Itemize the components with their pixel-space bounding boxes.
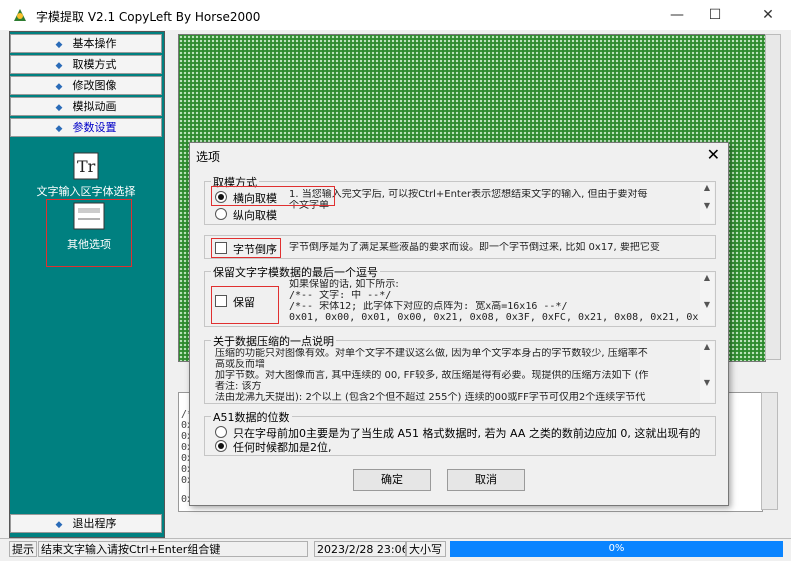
code-scrollbar[interactable]: [761, 392, 778, 510]
progress-bar: 0%: [450, 541, 783, 557]
group-label: 保留文字字模数据的最后一个逗号: [211, 264, 380, 280]
keep-scrollbar[interactable]: ▲ ▼: [700, 273, 714, 325]
diamond-icon: ◆: [55, 124, 63, 134]
keep-line-1: 如果保留的话, 如下所示:: [289, 279, 399, 290]
nav-exit[interactable]: ◆ 退出程序: [10, 514, 162, 533]
diamond-icon: ◆: [55, 103, 63, 113]
group-label: A51数据的位数: [211, 409, 292, 425]
group-compression: 关于数据压缩的一点说明 压缩的功能只对图像有效。对单个文字不建议这么做, 因为单…: [204, 333, 716, 404]
keep-line-3: /*-- 宋体12; 此字体下对应的点阵为: 宽x高=16x16 --*/: [289, 301, 568, 312]
nav-label: 参数设置: [72, 121, 117, 134]
radio-label: 任何时候都加: [233, 441, 299, 454]
status-hint: 提示: [9, 541, 37, 557]
radio-indicator: [215, 440, 227, 452]
cancel-button[interactable]: 取消: [447, 469, 525, 491]
group-byte-order: 字节倒序 字节倒序是为了满足某些液晶的要求而设。即一个字节倒过来, 比如 0x1…: [204, 235, 716, 259]
diamond-icon: ◆: [55, 61, 63, 71]
radio-label-cont: 是2位,: [299, 441, 332, 454]
highlight-box: [211, 186, 335, 206]
radio-vertical[interactable]: 纵向取模: [215, 207, 277, 223]
maximize-button[interactable]: ☐: [692, 0, 738, 30]
compress-line-3: 加字节数。对大图像而言, 其中连续的 00, FF较多, 故压缩是得有必要。现提…: [215, 370, 649, 381]
diamond-icon: ◆: [55, 82, 63, 92]
nav-animation[interactable]: ◆ 模拟动画: [10, 97, 162, 116]
radio-indicator: [215, 208, 227, 220]
nav-label: 修改图像: [72, 79, 117, 92]
nav-mode[interactable]: ◆ 取模方式: [10, 55, 162, 74]
compress-line-5: 法由龙沸九天提出): 2个以上 (包含2个但不超过 255个) 连续的00或FF…: [215, 392, 646, 403]
status-bar: 提示 结束文字输入请按Ctrl+Enter组合键 2023/2/28 23:06…: [0, 538, 791, 561]
compress-line-1: 压缩的功能只对图像有效。对单个文字不建议这么做, 因为单个文字本身占的字节数较少…: [215, 348, 648, 359]
compress-line-2: 高或反而增: [215, 359, 265, 370]
window-title: 字模提取 V2.1 CopyLeft By Horse2000: [36, 10, 261, 24]
dialog-close-icon[interactable]: ✕: [707, 145, 720, 164]
nav-basic-ops[interactable]: ◆ 基本操作: [10, 34, 162, 53]
diamond-icon: ◆: [55, 520, 63, 530]
group-keep-comma: 保留文字字模数据的最后一个逗号 保留 如果保留的话, 如下所示: /*-- 文字…: [204, 264, 716, 327]
nav-label: 基本操作: [72, 37, 117, 50]
status-caps: 大小写: [406, 541, 446, 557]
options-dialog: 选项 ✕ 取模方式 横向取模 纵向取模 1. 当您输入完文字后, 可以按Ctrl…: [189, 142, 729, 506]
grid-scrollbar[interactable]: [765, 34, 781, 360]
title-bar: 字模提取 V2.1 CopyLeft By Horse2000 — ☐ ✕: [0, 0, 791, 30]
mode-desc-1: 1. 当您输入完文字后, 可以按Ctrl+Enter表示您想结束文字的输入, 但…: [289, 189, 648, 200]
byte-order-desc: 字节倒序是为了满足某些液晶的要求而设。即一个字节倒过来, 比如 0x17, 要把…: [289, 242, 660, 253]
radio-label: 纵向取模: [233, 209, 277, 222]
app-icon: [14, 9, 26, 21]
svg-text:Tr: Tr: [77, 157, 96, 176]
font-icon: Tr: [73, 152, 99, 180]
diamond-icon: ◆: [55, 40, 63, 50]
dialog-title: 选项: [196, 150, 221, 164]
group-mode: 取模方式 横向取模 纵向取模 1. 当您输入完文字后, 可以按Ctrl+Ente…: [204, 174, 716, 225]
group-label: 关于数据压缩的一点说明: [211, 333, 336, 349]
radio-a51-always[interactable]: 任何时候都加是2位,: [215, 439, 332, 455]
nav-label: 取模方式: [72, 58, 117, 71]
keep-line-2: /*-- 文字: 中 --*/: [289, 290, 392, 301]
nav-label: 模拟动画: [72, 100, 117, 113]
group-a51: A51数据的位数 只在字母前加0主要是为了当生成 A51 格式数据时, 若为 A…: [204, 409, 716, 456]
compress-scrollbar[interactable]: ▲ ▼: [700, 342, 714, 402]
nav-settings[interactable]: ◆ 参数设置: [10, 118, 162, 137]
font-select-label: 文字输入区字体选择: [36, 185, 136, 198]
nav-label: 退出程序: [72, 517, 117, 530]
highlight-box: [211, 238, 281, 258]
nav-panel: Tr 文字输入区字体选择 其他选项: [10, 138, 162, 518]
font-select-tool[interactable]: Tr 文字输入区字体选择: [10, 152, 162, 199]
mode-scrollbar[interactable]: ▲ ▼: [700, 183, 714, 223]
left-nav: ◆ 基本操作 ◆ 取模方式 ◆ 修改图像 ◆ 模拟动画 ◆ 参数设置 Tr 文字输入区字体…: [9, 31, 165, 538]
radio-indicator: [215, 426, 227, 438]
status-datetime: 2023/2/28 23:06: [314, 541, 406, 557]
highlight-box: [46, 199, 132, 267]
compress-line-4: 者注: 该方: [215, 381, 262, 392]
ok-button[interactable]: 确定: [353, 469, 431, 491]
status-message: 结束文字输入请按Ctrl+Enter组合键: [38, 541, 308, 557]
keep-line-4: 0x01, 0x00, 0x01, 0x00, 0x21, 0x08, 0x3F…: [289, 312, 699, 323]
highlight-box: [211, 286, 279, 324]
close-button[interactable]: ✕: [745, 0, 791, 30]
nav-edit-image[interactable]: ◆ 修改图像: [10, 76, 162, 95]
